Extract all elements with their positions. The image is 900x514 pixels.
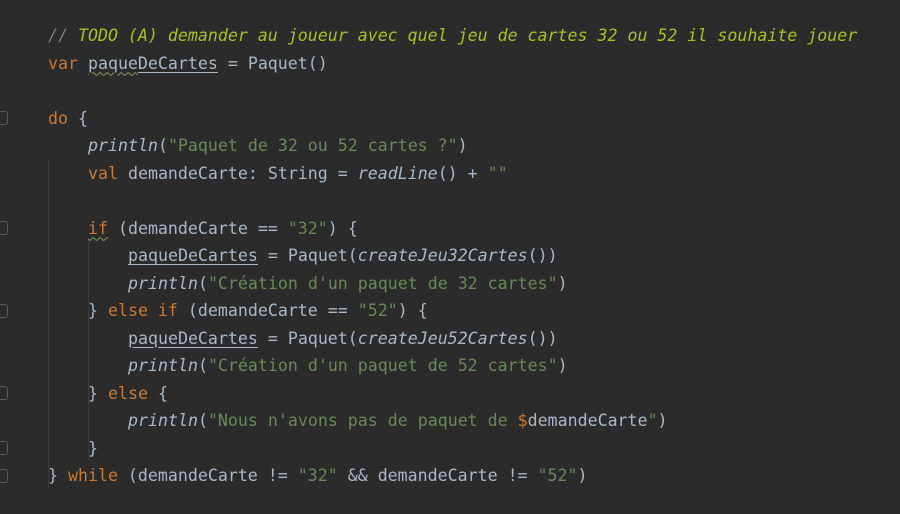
code-token: println xyxy=(128,356,198,375)
code-line[interactable]: val demandeCarte: String = readLine() + … xyxy=(88,160,508,188)
code-token: ( xyxy=(197,273,208,293)
code-token: // xyxy=(48,26,78,45)
code-token: do xyxy=(48,108,68,128)
code-token: () + xyxy=(437,163,488,183)
code-token: else xyxy=(107,383,148,403)
code-token: else if xyxy=(107,301,178,320)
fold-marker-icon[interactable] xyxy=(0,304,8,318)
code-token: paqueDeCartes xyxy=(128,328,258,348)
code-token: ) xyxy=(657,411,668,430)
code-token: } xyxy=(88,301,108,320)
code-line[interactable]: } while (demandeCarte != "32" && demande… xyxy=(48,462,588,490)
code-line[interactable]: if (demandeCarte == "32") { xyxy=(88,215,358,243)
code-token: createJeu52Cartes xyxy=(357,328,528,348)
fold-marker-icon[interactable] xyxy=(0,441,8,455)
code-token: "32" xyxy=(287,218,328,238)
code-token: "52" xyxy=(537,466,578,485)
code-token: { xyxy=(147,383,168,403)
code-token: = Paquet( xyxy=(257,246,358,265)
code-line[interactable]: println("Paquet de 32 ou 52 cartes ?") xyxy=(88,132,468,160)
code-line[interactable]: } else if (demandeCarte == "52") { xyxy=(88,297,428,325)
code-token: readLine xyxy=(357,163,438,183)
code-line[interactable]: println("Création d'un paquet de 32 cart… xyxy=(128,270,568,298)
fold-marker-icon[interactable] xyxy=(0,111,8,125)
code-line[interactable]: do { xyxy=(48,105,88,133)
code-token: if xyxy=(88,218,108,238)
code-token: ( xyxy=(197,411,208,430)
code-token: TODO (A) demander au joueur avec quel je… xyxy=(77,26,858,45)
code-line[interactable]: // TODO (A) demander au joueur avec quel… xyxy=(48,22,857,50)
code-token: val xyxy=(88,163,128,183)
code-line[interactable]: paqueDeCartes = Paquet(createJeu32Cartes… xyxy=(128,242,558,270)
code-line[interactable]: } else { xyxy=(88,380,168,408)
indent-guide xyxy=(88,242,89,460)
code-token: && demandeCarte != xyxy=(337,466,538,485)
code-token: DeCartes xyxy=(137,53,218,73)
code-token: demandeCarte xyxy=(527,411,648,430)
code-token: "Création d'un paquet de 52 cartes" xyxy=(207,356,558,375)
code-token: ) { xyxy=(397,301,428,320)
code-token: (demandeCarte == xyxy=(177,301,358,320)
code-token: ) xyxy=(577,466,588,485)
fold-marker-icon[interactable] xyxy=(0,221,8,235)
code-token: ) xyxy=(557,356,568,375)
code-token: " xyxy=(647,411,658,430)
code-token: "52" xyxy=(357,301,398,320)
code-token: (demandeCarte == xyxy=(107,218,288,238)
code-token: ()) xyxy=(527,246,558,265)
code-line[interactable]: var paqueDeCartes = Paquet() xyxy=(48,50,328,78)
code-token: ()) xyxy=(527,328,558,348)
code-line[interactable]: } xyxy=(88,435,98,463)
code-line[interactable]: paqueDeCartes = Paquet(createJeu52Cartes… xyxy=(128,325,558,353)
code-token: ( xyxy=(157,136,168,155)
indent-guide xyxy=(48,160,49,488)
code-token: { xyxy=(67,108,88,128)
code-token: println xyxy=(88,136,158,155)
code-token: "32" xyxy=(297,466,338,485)
code-token: = Paquet() xyxy=(217,53,328,73)
code-token: ( xyxy=(197,356,208,375)
code-token: "Nous n'avons pas de paquet de xyxy=(207,411,518,430)
code-token: } xyxy=(88,383,108,403)
code-token: paque xyxy=(87,53,138,73)
code-token: "" xyxy=(487,163,508,183)
code-line[interactable]: println("Nous n'avons pas de paquet de $… xyxy=(128,407,668,435)
code-token: println xyxy=(128,273,198,293)
code-token: "Création d'un paquet de 32 cartes" xyxy=(207,273,558,293)
code-token: "Paquet de 32 ou 52 cartes ?" xyxy=(167,136,458,155)
code-line[interactable]: println("Création d'un paquet de 52 cart… xyxy=(128,352,568,380)
code-token: } xyxy=(88,438,98,458)
code-token: paqueDeCartes xyxy=(128,246,258,265)
code-token: println xyxy=(128,411,198,430)
code-token: ) xyxy=(557,273,568,293)
code-token: var xyxy=(48,53,88,73)
fold-marker-icon[interactable] xyxy=(0,386,8,400)
code-token: $ xyxy=(517,411,528,430)
code-token: createJeu32Cartes xyxy=(357,246,528,265)
code-token: ) { xyxy=(327,218,358,238)
fold-marker-icon[interactable] xyxy=(0,469,8,483)
code-token: = Paquet( xyxy=(257,328,358,348)
code-token: (demandeCarte != xyxy=(117,466,298,485)
code-token: demandeCarte: String = xyxy=(127,163,358,183)
code-token: } xyxy=(48,466,68,485)
code-token: ) xyxy=(457,136,468,155)
code-token: while xyxy=(67,466,118,485)
